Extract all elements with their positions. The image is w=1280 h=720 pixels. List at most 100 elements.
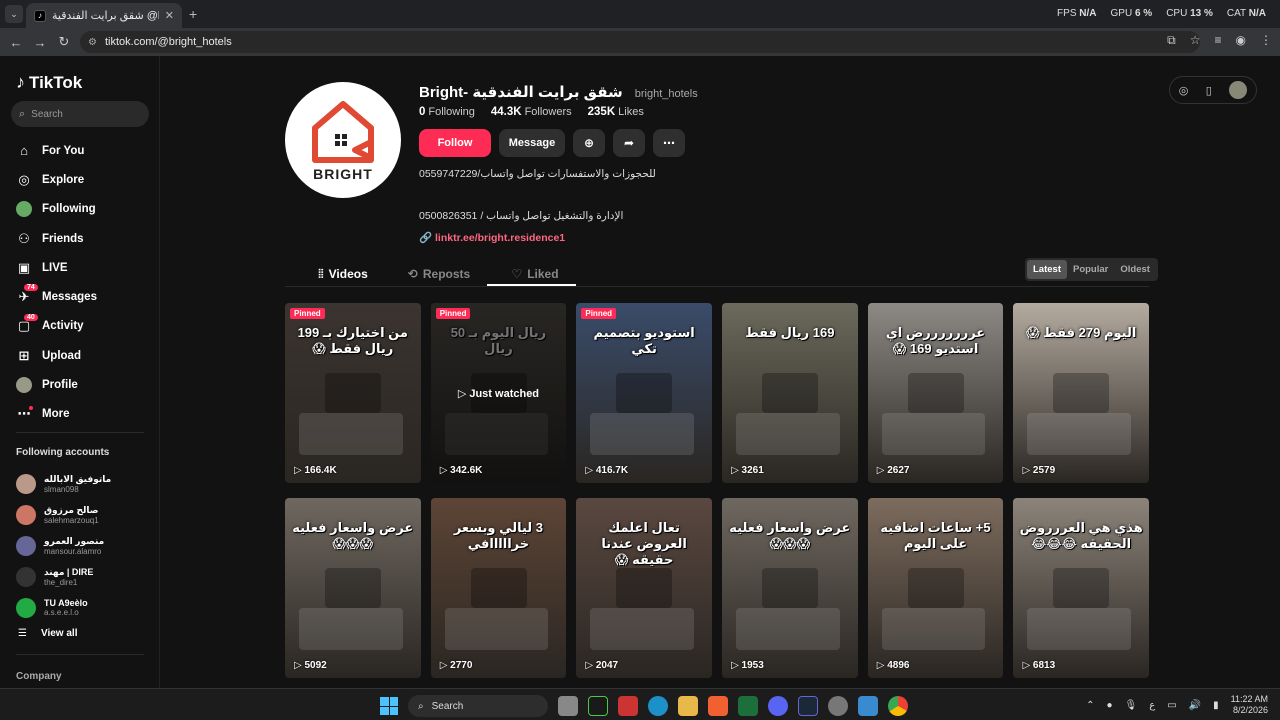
bookmark-star-icon[interactable]: ☆ xyxy=(1190,33,1201,48)
message-button[interactable]: Message xyxy=(499,129,565,157)
edge-icon[interactable] xyxy=(648,696,668,716)
fps-label: FPS xyxy=(1057,8,1077,19)
bio-link[interactable]: 🔗 linktr.ee/bright.residence1 xyxy=(419,231,565,244)
sidebar-item-messages[interactable]: ✈ 74 Messages xyxy=(16,282,156,311)
install-app-icon[interactable]: ⧉ xyxy=(1167,33,1176,48)
company-link[interactable]: Company xyxy=(16,671,62,682)
tab-videos[interactable]: ⦙⦙ Videos xyxy=(295,261,391,287)
user-avatar[interactable] xyxy=(1229,81,1248,99)
video-card[interactable]: استوديو بتصميم تكي Pinned ▷ 416.7K xyxy=(576,303,712,483)
sidebar-item-activity[interactable]: ▢ 40 Activity xyxy=(16,312,156,341)
play-icon: ▷ xyxy=(585,465,596,476)
tab-search-icon[interactable]: ⌄ xyxy=(5,5,23,23)
tab-close-icon[interactable]: ✕ xyxy=(165,9,174,22)
sidebar-item-live[interactable]: ▣ LIVE xyxy=(16,253,156,282)
sidebar-item-following[interactable]: Following xyxy=(16,195,156,224)
video-thumbnail-scene xyxy=(325,568,381,608)
account-item[interactable]: منصور العمرو mansour.alamro xyxy=(16,530,156,561)
account-item[interactable]: صالح مرزوق salehmarzouq1 xyxy=(16,499,156,530)
search-input[interactable]: ⌕ Search xyxy=(11,101,149,127)
tab-reposts[interactable]: ⟲ Reposts xyxy=(391,261,487,287)
battery-icon[interactable]: ▮ xyxy=(1213,700,1219,711)
more-options-icon[interactable]: ⋯ xyxy=(653,129,685,157)
view-all-button[interactable]: ☰ View all xyxy=(18,628,77,639)
sidebar-item-profile[interactable]: Profile xyxy=(16,370,156,399)
nav-label: LIVE xyxy=(42,261,68,274)
brave-icon[interactable] xyxy=(708,696,728,716)
microphone-icon[interactable]: 🎙 xyxy=(1125,700,1138,711)
add-friend-icon[interactable]: ⊕ xyxy=(573,129,605,157)
tiktok-logo[interactable]: ♪ TikTok xyxy=(16,72,82,93)
sidebar-item-upload[interactable]: ⊞ Upload xyxy=(16,341,156,370)
sort-oldest-button[interactable]: Oldest xyxy=(1114,260,1156,279)
video-card[interactable]: 3 ليالي وبسعر خرااااافي ▷ 2770 xyxy=(430,498,567,678)
tab-list-icon[interactable]: ≡ xyxy=(1215,33,1222,48)
video-card[interactable]: تعال اعلمك العروض عندنا حقيقه 😱 ▷ 2047 xyxy=(576,498,712,678)
view-count: ▷ 1953 xyxy=(731,660,764,671)
view-count-value: 166.4K xyxy=(304,465,337,476)
excel-icon[interactable] xyxy=(738,696,758,716)
following-stat[interactable]: 0 Following xyxy=(419,106,475,118)
account-icon[interactable]: ◉ xyxy=(1236,33,1246,48)
video-card[interactable]: اليوم 279 فقط 😱 ▷ 2579 xyxy=(1013,303,1149,483)
link-icon: 🔗 xyxy=(419,232,433,244)
video-card[interactable]: عرض واسعار فعليه 😱😱😱 ▷ 1953 xyxy=(722,498,858,678)
tiktok-note-icon: ♪ xyxy=(16,72,25,92)
chrome-icon[interactable] xyxy=(888,696,908,716)
account-item[interactable]: TU A9eèlo a.s.e.e.l.o xyxy=(16,592,156,623)
sort-popular-button[interactable]: Popular xyxy=(1067,260,1114,279)
reload-icon[interactable]: ↻ xyxy=(52,34,76,50)
browser-menu-icon[interactable]: ⋮ xyxy=(1260,33,1272,48)
video-card[interactable]: 5+ ساعات اضافيه على اليوم ▷ 4896 xyxy=(867,498,1004,678)
language-icon[interactable]: ع xyxy=(1149,700,1155,711)
account-item[interactable]: ماتوفيق الابالله slman098 xyxy=(16,468,156,499)
browser-tab[interactable]: ♪ شقق برايت الفندقية @bri ✕ xyxy=(26,3,182,28)
follow-button[interactable]: Follow xyxy=(419,129,491,157)
forward-icon[interactable]: → xyxy=(28,35,52,50)
device-icon[interactable]: ▯ xyxy=(1206,84,1212,97)
video-card[interactable]: 169 ريال فقط ▷ 3261 xyxy=(722,303,858,483)
discord-icon[interactable] xyxy=(768,696,788,716)
video-card[interactable]: عرررررررض اي استديو 169 😱 ▷ 2627 xyxy=(867,303,1004,483)
view-all-label: View all xyxy=(40,628,78,639)
obs-icon[interactable] xyxy=(828,696,848,716)
view-count-value: 342.6K xyxy=(450,465,483,476)
terminal-icon[interactable] xyxy=(588,696,608,716)
taskbar-search[interactable]: ⌕ Search xyxy=(408,695,548,717)
video-card[interactable]: ريال اليوم بـ 50 ريال▷ Just watchedPinne… xyxy=(430,303,567,483)
new-tab-icon[interactable]: + xyxy=(189,6,197,22)
sidebar-item-explore[interactable]: ◎ Explore xyxy=(16,165,156,194)
video-card[interactable]: عرض واسعار فعليه 😱😱😱 ▷ 5092 xyxy=(285,498,421,678)
back-icon[interactable]: ← xyxy=(4,35,28,50)
windows-start-icon[interactable] xyxy=(380,697,398,715)
followers-stat[interactable]: 44.3K Followers xyxy=(491,106,572,118)
photos-icon[interactable] xyxy=(858,696,878,716)
address-bar: ← → ↻ ⚙ tiktok.com/@bright_hotels xyxy=(0,28,1280,56)
sort-latest-button[interactable]: Latest xyxy=(1027,260,1067,279)
app-red-icon[interactable] xyxy=(618,696,638,716)
share-icon[interactable]: ➦ xyxy=(613,129,645,157)
site-info-icon[interactable]: ⚙ xyxy=(88,37,97,48)
network-icon[interactable]: ▭ xyxy=(1167,700,1176,711)
volume-icon[interactable]: 🔊 xyxy=(1189,700,1201,711)
clock[interactable]: 11:22 AM 8/2/2026 xyxy=(1231,694,1268,716)
sidebar-divider xyxy=(16,654,144,655)
sidebar-item-more[interactable]: ⋯ More xyxy=(16,400,156,429)
view-count-value: 2047 xyxy=(595,660,619,671)
url-field[interactable]: ⚙ tiktok.com/@bright_hotels xyxy=(80,31,1200,53)
file-explorer-icon[interactable] xyxy=(678,696,698,716)
steam-icon[interactable] xyxy=(798,696,818,716)
play-icon: ▷ xyxy=(731,465,742,476)
chevron-up-icon[interactable]: ⌃ xyxy=(1086,700,1094,711)
sidebar-item-for-you[interactable]: ⌂ For You xyxy=(16,136,156,165)
tray-app-icon[interactable]: ● xyxy=(1107,700,1113,711)
view-count: ▷ 342.6K xyxy=(440,465,483,476)
coin-icon[interactable]: ◎ xyxy=(1179,84,1189,97)
sidebar-item-friends[interactable]: ⚇ Friends xyxy=(16,224,156,253)
video-card[interactable]: من اختيارك بـ 199 ريال فقط 😱 Pinned ▷ 166.… xyxy=(285,303,421,483)
nav-label: Upload xyxy=(42,349,81,362)
task-view-icon[interactable] xyxy=(558,696,578,716)
fps-value: N/A xyxy=(1079,8,1097,19)
account-item[interactable]: مهند | DIRE the_dire1 xyxy=(16,561,156,592)
video-card[interactable]: هذي هي العررروض الحقيقه 😂😂😂 ▷ 6813 xyxy=(1013,498,1149,678)
